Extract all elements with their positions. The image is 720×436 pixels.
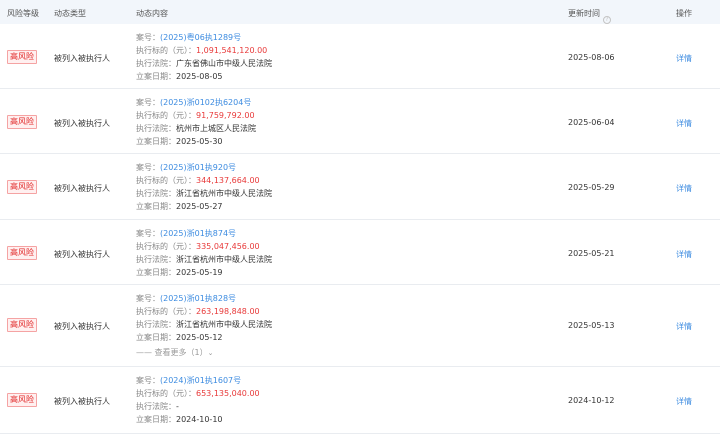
case-no-label: 案号： (136, 376, 160, 385)
filing-date-value: 2025-05-27 (176, 202, 223, 211)
chevron-down-icon: ⌄ (207, 349, 214, 357)
risk-badge: 高风险 (7, 318, 37, 332)
amount-value: 335,047,456.00 (196, 242, 260, 251)
filing-date-label: 立案日期： (136, 202, 176, 211)
filing-date-value: 2025-05-12 (176, 333, 223, 342)
updated-date: 2025-05-13 (568, 321, 615, 330)
filing-date-label: 立案日期： (136, 137, 176, 146)
table-row: 高风险 被列入被执行人 案号：(2025)粤06执1289号 执行标的（元）：1… (0, 24, 720, 89)
event-type: 被列入被执行人 (54, 54, 110, 63)
court-value: 浙江省杭州市中级人民法院 (176, 189, 272, 198)
event-type: 被列入被执行人 (54, 397, 110, 406)
filing-date-value: 2025-05-30 (176, 137, 223, 146)
event-type: 被列入被执行人 (54, 322, 110, 331)
event-content: 案号：(2025)浙01执828号 执行标的（元）：263,198,848.00… (136, 292, 272, 359)
table-row: 高风险 被列入被执行人 案号：(2025)浙01执920号 执行标的（元）：34… (0, 154, 720, 220)
case-no-link[interactable]: (2025)浙0102执6204号 (160, 98, 251, 107)
risk-badge: 高风险 (7, 180, 37, 194)
amount-value: 91,759,792.00 (196, 111, 255, 120)
event-type: 被列入被执行人 (54, 119, 110, 128)
amount-label: 执行标的（元）： (136, 307, 196, 316)
filing-date-label: 立案日期： (136, 268, 176, 277)
event-content: 案号：(2025)粤06执1289号 执行标的（元）：1,091,541,120… (136, 31, 272, 83)
updated-date: 2025-05-29 (568, 183, 615, 192)
filing-date-label: 立案日期： (136, 72, 176, 81)
event-content: 案号：(2025)浙01执874号 执行标的（元）：335,047,456.00… (136, 227, 272, 279)
amount-label: 执行标的（元）： (136, 176, 196, 185)
court-value: - (176, 402, 179, 411)
court-value: 浙江省杭州市中级人民法院 (176, 320, 272, 329)
risk-badge: 高风险 (7, 115, 37, 129)
filing-date-value: 2024-10-10 (176, 415, 223, 424)
event-content: 案号：(2024)浙01执1607号 执行标的（元）：653,135,040.0… (136, 374, 260, 426)
court-label: 执行法院： (136, 402, 176, 411)
court-label: 执行法院： (136, 59, 176, 68)
amount-label: 执行标的（元）： (136, 111, 196, 120)
filing-date-value: 2025-08-05 (176, 72, 223, 81)
updated-date: 2025-08-06 (568, 53, 615, 62)
amount-value: 1,091,541,120.00 (196, 46, 268, 55)
updated-date: 2024-10-12 (568, 396, 615, 405)
col-updated-time: 更新时间? (568, 8, 611, 24)
case-no-label: 案号： (136, 98, 160, 107)
view-more-label: —— 查看更多（1） (136, 348, 208, 357)
case-no-label: 案号： (136, 294, 160, 303)
risk-badge: 高风险 (7, 50, 37, 64)
event-type: 被列入被执行人 (54, 250, 110, 259)
risk-badge: 高风险 (7, 393, 37, 407)
detail-link[interactable]: 详情 (676, 183, 692, 194)
amount-value: 263,198,848.00 (196, 307, 260, 316)
case-no-link[interactable]: (2025)粤06执1289号 (160, 33, 241, 42)
col-action: 操作 (676, 9, 692, 18)
updated-date: 2025-05-21 (568, 249, 615, 258)
col-updated-time-label: 更新时间 (568, 9, 600, 18)
amount-value: 653,135,040.00 (196, 389, 260, 398)
view-more-toggle[interactable]: —— 查看更多（1）⌄ (136, 346, 272, 359)
col-risk-level: 风险等级 (7, 9, 39, 18)
col-content: 动态内容 (136, 9, 168, 18)
case-no-link[interactable]: (2024)浙01执1607号 (160, 376, 241, 385)
info-icon[interactable]: ? (603, 16, 611, 24)
detail-link[interactable]: 详情 (676, 118, 692, 129)
table-row: 高风险 被列入被执行人 案号：(2025)浙01执828号 执行标的（元）：26… (0, 285, 720, 367)
court-label: 执行法院： (136, 320, 176, 329)
amount-value: 344,137,664.00 (196, 176, 260, 185)
event-content: 案号：(2025)浙0102执6204号 执行标的（元）：91,759,792.… (136, 96, 256, 148)
detail-link[interactable]: 详情 (676, 396, 692, 407)
case-no-label: 案号： (136, 229, 160, 238)
case-no-label: 案号： (136, 33, 160, 42)
case-no-link[interactable]: (2025)浙01执920号 (160, 163, 236, 172)
updated-date: 2025-06-04 (568, 118, 615, 127)
amount-label: 执行标的（元）： (136, 242, 196, 251)
table-row: 高风险 被列入被执行人 案号：(2025)浙0102执6204号 执行标的（元）… (0, 89, 720, 154)
detail-link[interactable]: 详情 (676, 321, 692, 332)
table-header: 风险等级 动态类型 动态内容 更新时间? 操作 (0, 0, 720, 24)
table-row: 高风险 被列入被执行人 案号：(2025)浙01执874号 执行标的（元）：33… (0, 220, 720, 285)
amount-label: 执行标的（元）： (136, 46, 196, 55)
col-event-type: 动态类型 (54, 9, 86, 18)
detail-link[interactable]: 详情 (676, 53, 692, 64)
table-row: 高风险 被列入被执行人 案号：(2024)浙01执1607号 执行标的（元）：6… (0, 367, 720, 434)
court-label: 执行法院： (136, 255, 176, 264)
court-value: 浙江省杭州市中级人民法院 (176, 255, 272, 264)
detail-link[interactable]: 详情 (676, 249, 692, 260)
court-label: 执行法院： (136, 189, 176, 198)
court-value: 杭州市上城区人民法院 (176, 124, 256, 133)
case-no-link[interactable]: (2025)浙01执828号 (160, 294, 236, 303)
filing-date-label: 立案日期： (136, 333, 176, 342)
court-label: 执行法院： (136, 124, 176, 133)
filing-date-value: 2025-05-19 (176, 268, 223, 277)
court-value: 广东省佛山市中级人民法院 (176, 59, 272, 68)
amount-label: 执行标的（元）： (136, 389, 196, 398)
case-no-link[interactable]: (2025)浙01执874号 (160, 229, 236, 238)
case-no-label: 案号： (136, 163, 160, 172)
risk-dynamics-table: 风险等级 动态类型 动态内容 更新时间? 操作 高风险 被列入被执行人 案号：(… (0, 0, 720, 434)
filing-date-label: 立案日期： (136, 415, 176, 424)
risk-badge: 高风险 (7, 246, 37, 260)
event-content: 案号：(2025)浙01执920号 执行标的（元）：344,137,664.00… (136, 161, 272, 213)
event-type: 被列入被执行人 (54, 184, 110, 193)
